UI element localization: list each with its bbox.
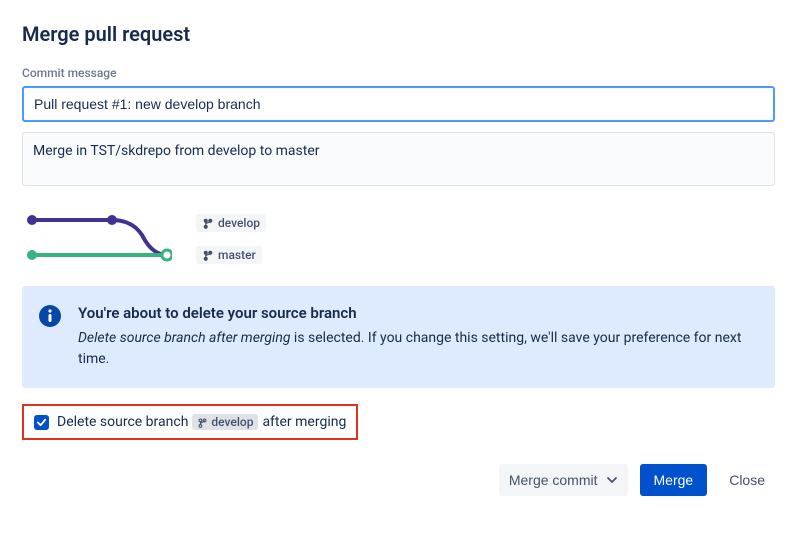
- target-branch-name: master: [218, 248, 256, 262]
- info-icon: [38, 304, 62, 328]
- delete-branch-tag: develop: [192, 414, 258, 430]
- branch-graph: [22, 210, 172, 266]
- branch-icon: [202, 249, 214, 261]
- chevron-down-icon: [606, 474, 618, 486]
- delete-prefix: Delete source branch: [57, 414, 188, 430]
- merge-strategy-select[interactable]: Merge commit: [499, 464, 628, 496]
- info-description: Delete source branch after merging is se…: [78, 328, 757, 370]
- source-branch-name: develop: [218, 216, 260, 230]
- dialog-title: Merge pull request: [22, 22, 775, 46]
- branch-icon: [197, 417, 208, 428]
- commit-subject-input[interactable]: [22, 86, 775, 122]
- commit-body-input[interactable]: Merge in TST/skdrepo from develop to mas…: [22, 132, 775, 186]
- merge-strategy-label: Merge commit: [509, 472, 598, 488]
- checkmark-icon: [36, 417, 47, 428]
- source-branch-tag: develop: [196, 214, 266, 232]
- delete-source-branch-option[interactable]: Delete source branch develop after mergi…: [22, 404, 358, 440]
- branch-diagram: develop master: [22, 210, 775, 266]
- delete-source-checkbox[interactable]: [34, 415, 49, 430]
- commit-message-label: Commit message: [22, 66, 775, 80]
- close-button[interactable]: Close: [719, 464, 775, 496]
- delete-suffix: after merging: [262, 414, 346, 430]
- dialog-footer: Merge commit Merge Close: [22, 464, 775, 496]
- delete-branch-name: develop: [211, 415, 253, 429]
- target-branch-tag: master: [196, 246, 262, 264]
- merge-button[interactable]: Merge: [640, 464, 708, 496]
- info-panel: You're about to delete your source branc…: [22, 286, 775, 388]
- branch-icon: [202, 217, 214, 229]
- info-emphasis: Delete source branch after merging: [78, 330, 290, 346]
- info-heading: You're about to delete your source branc…: [78, 304, 757, 322]
